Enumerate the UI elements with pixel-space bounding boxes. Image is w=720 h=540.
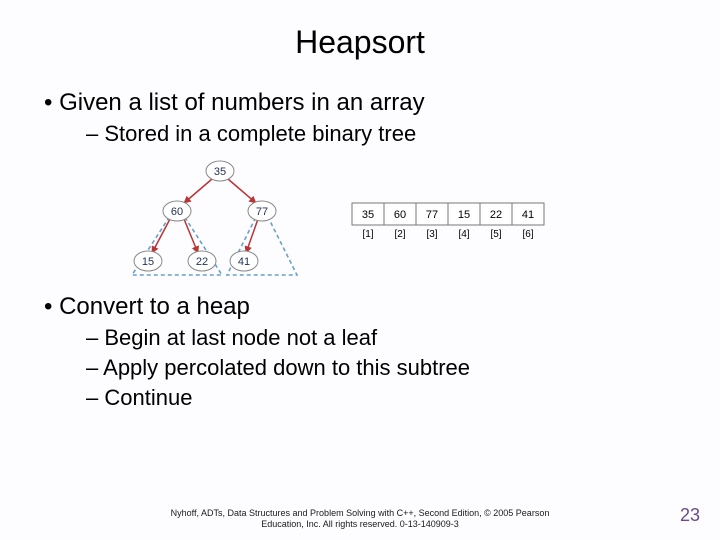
arr-v3: 77	[426, 209, 438, 221]
node-4-label: 15	[142, 256, 154, 268]
arr-i5: [5]	[490, 229, 501, 240]
arr-i2: [2]	[394, 229, 405, 240]
node-3-label: 77	[256, 206, 268, 218]
tree-node-5: 22	[188, 251, 216, 271]
figure: 35 60 77 15 22 41	[112, 155, 688, 285]
arr-i3: [3]	[426, 229, 437, 240]
subbullet-1: Stored in a complete binary tree	[86, 121, 688, 147]
tree-node-root: 35	[206, 161, 234, 181]
arr-v4: 15	[458, 209, 470, 221]
slide-container: Heapsort Given a list of numbers in an a…	[0, 0, 720, 540]
footer-citation: Nyhoff, ADTs, Data Structures and Proble…	[60, 508, 660, 530]
arr-v2: 60	[394, 209, 406, 221]
slide-title: Heapsort	[32, 24, 688, 61]
arr-i4: [4]	[458, 229, 469, 240]
node-6-label: 41	[238, 256, 250, 268]
arr-v1: 35	[362, 209, 374, 221]
node-5-label: 22	[196, 256, 208, 268]
arr-v6: 41	[522, 209, 534, 221]
array-table: 35 60 77 15 22 41 [1] [2] [3] [4] [5] [6…	[352, 203, 544, 240]
tree-and-array-diagram: 35 60 77 15 22 41	[112, 155, 552, 285]
bullet-1: Given a list of numbers in an array	[44, 89, 688, 117]
footer-line-2: Education, Inc. All rights reserved. 0-1…	[261, 519, 459, 529]
footer-line-1: Nyhoff, ADTs, Data Structures and Proble…	[171, 508, 550, 518]
arr-i6: [6]	[522, 229, 533, 240]
arr-v5: 22	[490, 209, 502, 221]
arr-i1: [1]	[362, 229, 373, 240]
bullet-2: Convert to a heap	[44, 293, 688, 321]
node-1-label: 35	[214, 166, 226, 178]
subbullet-3: Apply percolated down to this subtree	[86, 355, 688, 381]
tree-node-2: 60	[163, 201, 191, 221]
node-2-label: 60	[171, 206, 183, 218]
tree-node-3: 77	[248, 201, 276, 221]
page-number: 23	[680, 505, 700, 526]
subbullet-4: Continue	[86, 385, 688, 411]
tree-node-4: 15	[134, 251, 162, 271]
tree-node-6: 41	[230, 251, 258, 271]
subbullet-2: Begin at last node not a leaf	[86, 325, 688, 351]
